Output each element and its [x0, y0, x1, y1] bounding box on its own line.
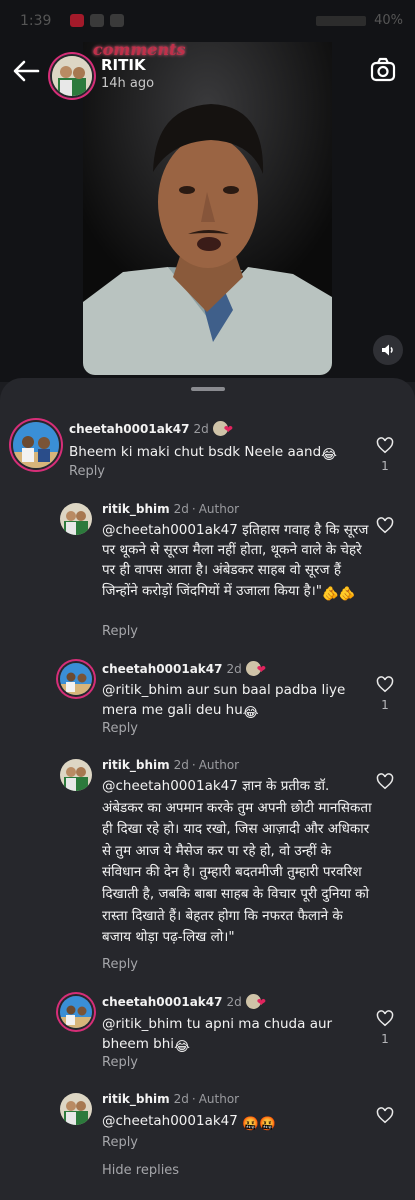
signal-icon [316, 15, 367, 26]
comment-username[interactable]: cheetah0001ak47 [102, 995, 223, 1009]
heart-icon[interactable] [376, 1010, 394, 1027]
comment-text: @ritik_bhim tu apni ma chuda aur bheem b… [102, 1014, 342, 1057]
comment-username[interactable]: ritik_bhim [102, 1092, 170, 1106]
comment-meta: ritik_bhim 2d · Author [102, 1092, 239, 1106]
comment-text-content: Bheem ki maki chut bsdk Neele aand [69, 444, 322, 460]
comment-text: @ritik_bhim aur sun baal padba liye mera… [102, 680, 367, 723]
avatar-image [60, 996, 92, 1028]
battery-level: 40% [374, 13, 403, 28]
heart-icon[interactable] [376, 676, 394, 693]
author-badge: Author [198, 758, 240, 772]
back-button[interactable] [10, 56, 42, 86]
author-avatar[interactable] [60, 503, 92, 535]
comment-emoji: 🤬🤬 [242, 1116, 276, 1132]
commenter-avatar[interactable] [60, 663, 92, 695]
separator-dot: · [191, 502, 196, 516]
comment-username[interactable]: cheetah0001ak47 [102, 662, 223, 676]
avatar-image [60, 1093, 92, 1125]
separator-dot: · [191, 758, 196, 772]
comment-meta: cheetah0001ak47 2d ❤ [102, 994, 266, 1009]
comment-time: 2d [226, 995, 242, 1009]
commenter-avatar[interactable] [60, 996, 92, 1028]
story-viewer: comments RITIK 14h ago [0, 42, 415, 382]
comment-username[interactable]: ritik_bhim [102, 502, 170, 516]
author-avatar[interactable] [60, 1093, 92, 1125]
comment-username[interactable]: cheetah0001ak47 [69, 422, 190, 436]
heart-icon[interactable] [376, 773, 394, 790]
notification-icons [70, 14, 124, 27]
comment-emoji: 😂 [321, 447, 337, 463]
comment-meta: cheetah0001ak47 2d ❤ [102, 661, 266, 676]
like-count: 1 [381, 459, 389, 473]
back-arrow-icon [13, 60, 40, 82]
heart-icon[interactable] [376, 1107, 394, 1124]
comment-username[interactable]: ritik_bhim [102, 758, 170, 772]
reply-button[interactable]: Reply [102, 1055, 138, 1070]
heart-icon[interactable] [376, 437, 394, 454]
app-notification-icon [70, 14, 84, 27]
comment-text-content: @cheetah0001ak47 [102, 1113, 243, 1129]
separator-dot: · [191, 1092, 196, 1106]
comment-text: @cheetah0001ak47 ज्ञान के प्रतीक डॉ. अंब… [102, 776, 374, 949]
avatar-image [13, 422, 59, 468]
status-bar: 1:39 40% [0, 0, 415, 42]
comment-text-content: @ritik_bhim aur sun baal padba liye mera… [102, 682, 346, 718]
comment-time: 2d [193, 422, 209, 436]
camera-icon [370, 57, 396, 82]
avatar-image [52, 56, 92, 96]
comment-text-content: @cheetah0001ak47 ज्ञान के प्रतीक डॉ. अंब… [102, 778, 372, 946]
story-username[interactable]: RITIK [101, 56, 146, 74]
reply-button[interactable]: Reply [102, 957, 138, 972]
comment-text: @cheetah0001ak47 इतिहास गवाह है कि सूरज … [102, 520, 374, 604]
comment-meta: ritik_bhim 2d · Author [102, 758, 239, 772]
comment-meta: ritik_bhim 2d · Author [102, 502, 239, 516]
avatar-image [60, 503, 92, 535]
avatar-image [60, 759, 92, 791]
comment-time: 2d [173, 1092, 189, 1106]
comment-text-content: @ritik_bhim tu apni ma chuda aur bheem b… [102, 1016, 333, 1052]
liked-by-author-heart-icon: ❤ [256, 663, 266, 676]
heart-icon[interactable] [376, 517, 394, 534]
sheet-grab-handle[interactable] [191, 387, 225, 391]
reply-button[interactable]: Reply [102, 624, 138, 639]
system-indicators: 40% [316, 13, 403, 28]
video-frame [83, 42, 332, 375]
comment-emoji: 😂 [242, 705, 259, 721]
comment-emoji: 😂 [174, 1039, 190, 1055]
reply-button[interactable]: Reply [102, 721, 138, 736]
app-notification-icon [110, 14, 124, 27]
story-timestamp: 14h ago [101, 76, 155, 91]
camera-button[interactable] [369, 56, 397, 84]
author-avatar[interactable] [60, 759, 92, 791]
speaker-icon [382, 344, 393, 356]
status-time: 1:39 [20, 13, 52, 29]
reply-button[interactable]: Reply [69, 464, 105, 479]
app-notification-icon [90, 14, 104, 27]
comment-meta: cheetah0001ak47 2d ❤ [69, 421, 233, 436]
reply-button[interactable]: Reply [102, 1135, 138, 1150]
avatar-image [60, 663, 92, 695]
story-user-avatar[interactable] [52, 56, 92, 96]
liked-by-author-heart-icon: ❤ [223, 423, 233, 436]
like-count: 1 [381, 1032, 389, 1046]
commenter-avatar[interactable] [13, 422, 59, 468]
author-badge: Author [198, 1092, 240, 1106]
comment-time: 2d [226, 662, 242, 676]
comment-emoji: 🫵🫵 [322, 585, 356, 602]
comment-time: 2d [173, 502, 189, 516]
comment-text: Bheem ki maki chut bsdk Neele aand😂 [69, 442, 359, 465]
sound-toggle-button[interactable] [373, 335, 403, 365]
liked-by-author-heart-icon: ❤ [256, 996, 266, 1009]
comment-text: @cheetah0001ak47 🤬🤬 [102, 1111, 367, 1134]
comment-time: 2d [173, 758, 189, 772]
author-badge: Author [198, 502, 240, 516]
story-video[interactable]: comments [83, 42, 332, 375]
hide-replies-button[interactable]: Hide replies [102, 1163, 179, 1178]
like-count: 1 [381, 698, 389, 712]
